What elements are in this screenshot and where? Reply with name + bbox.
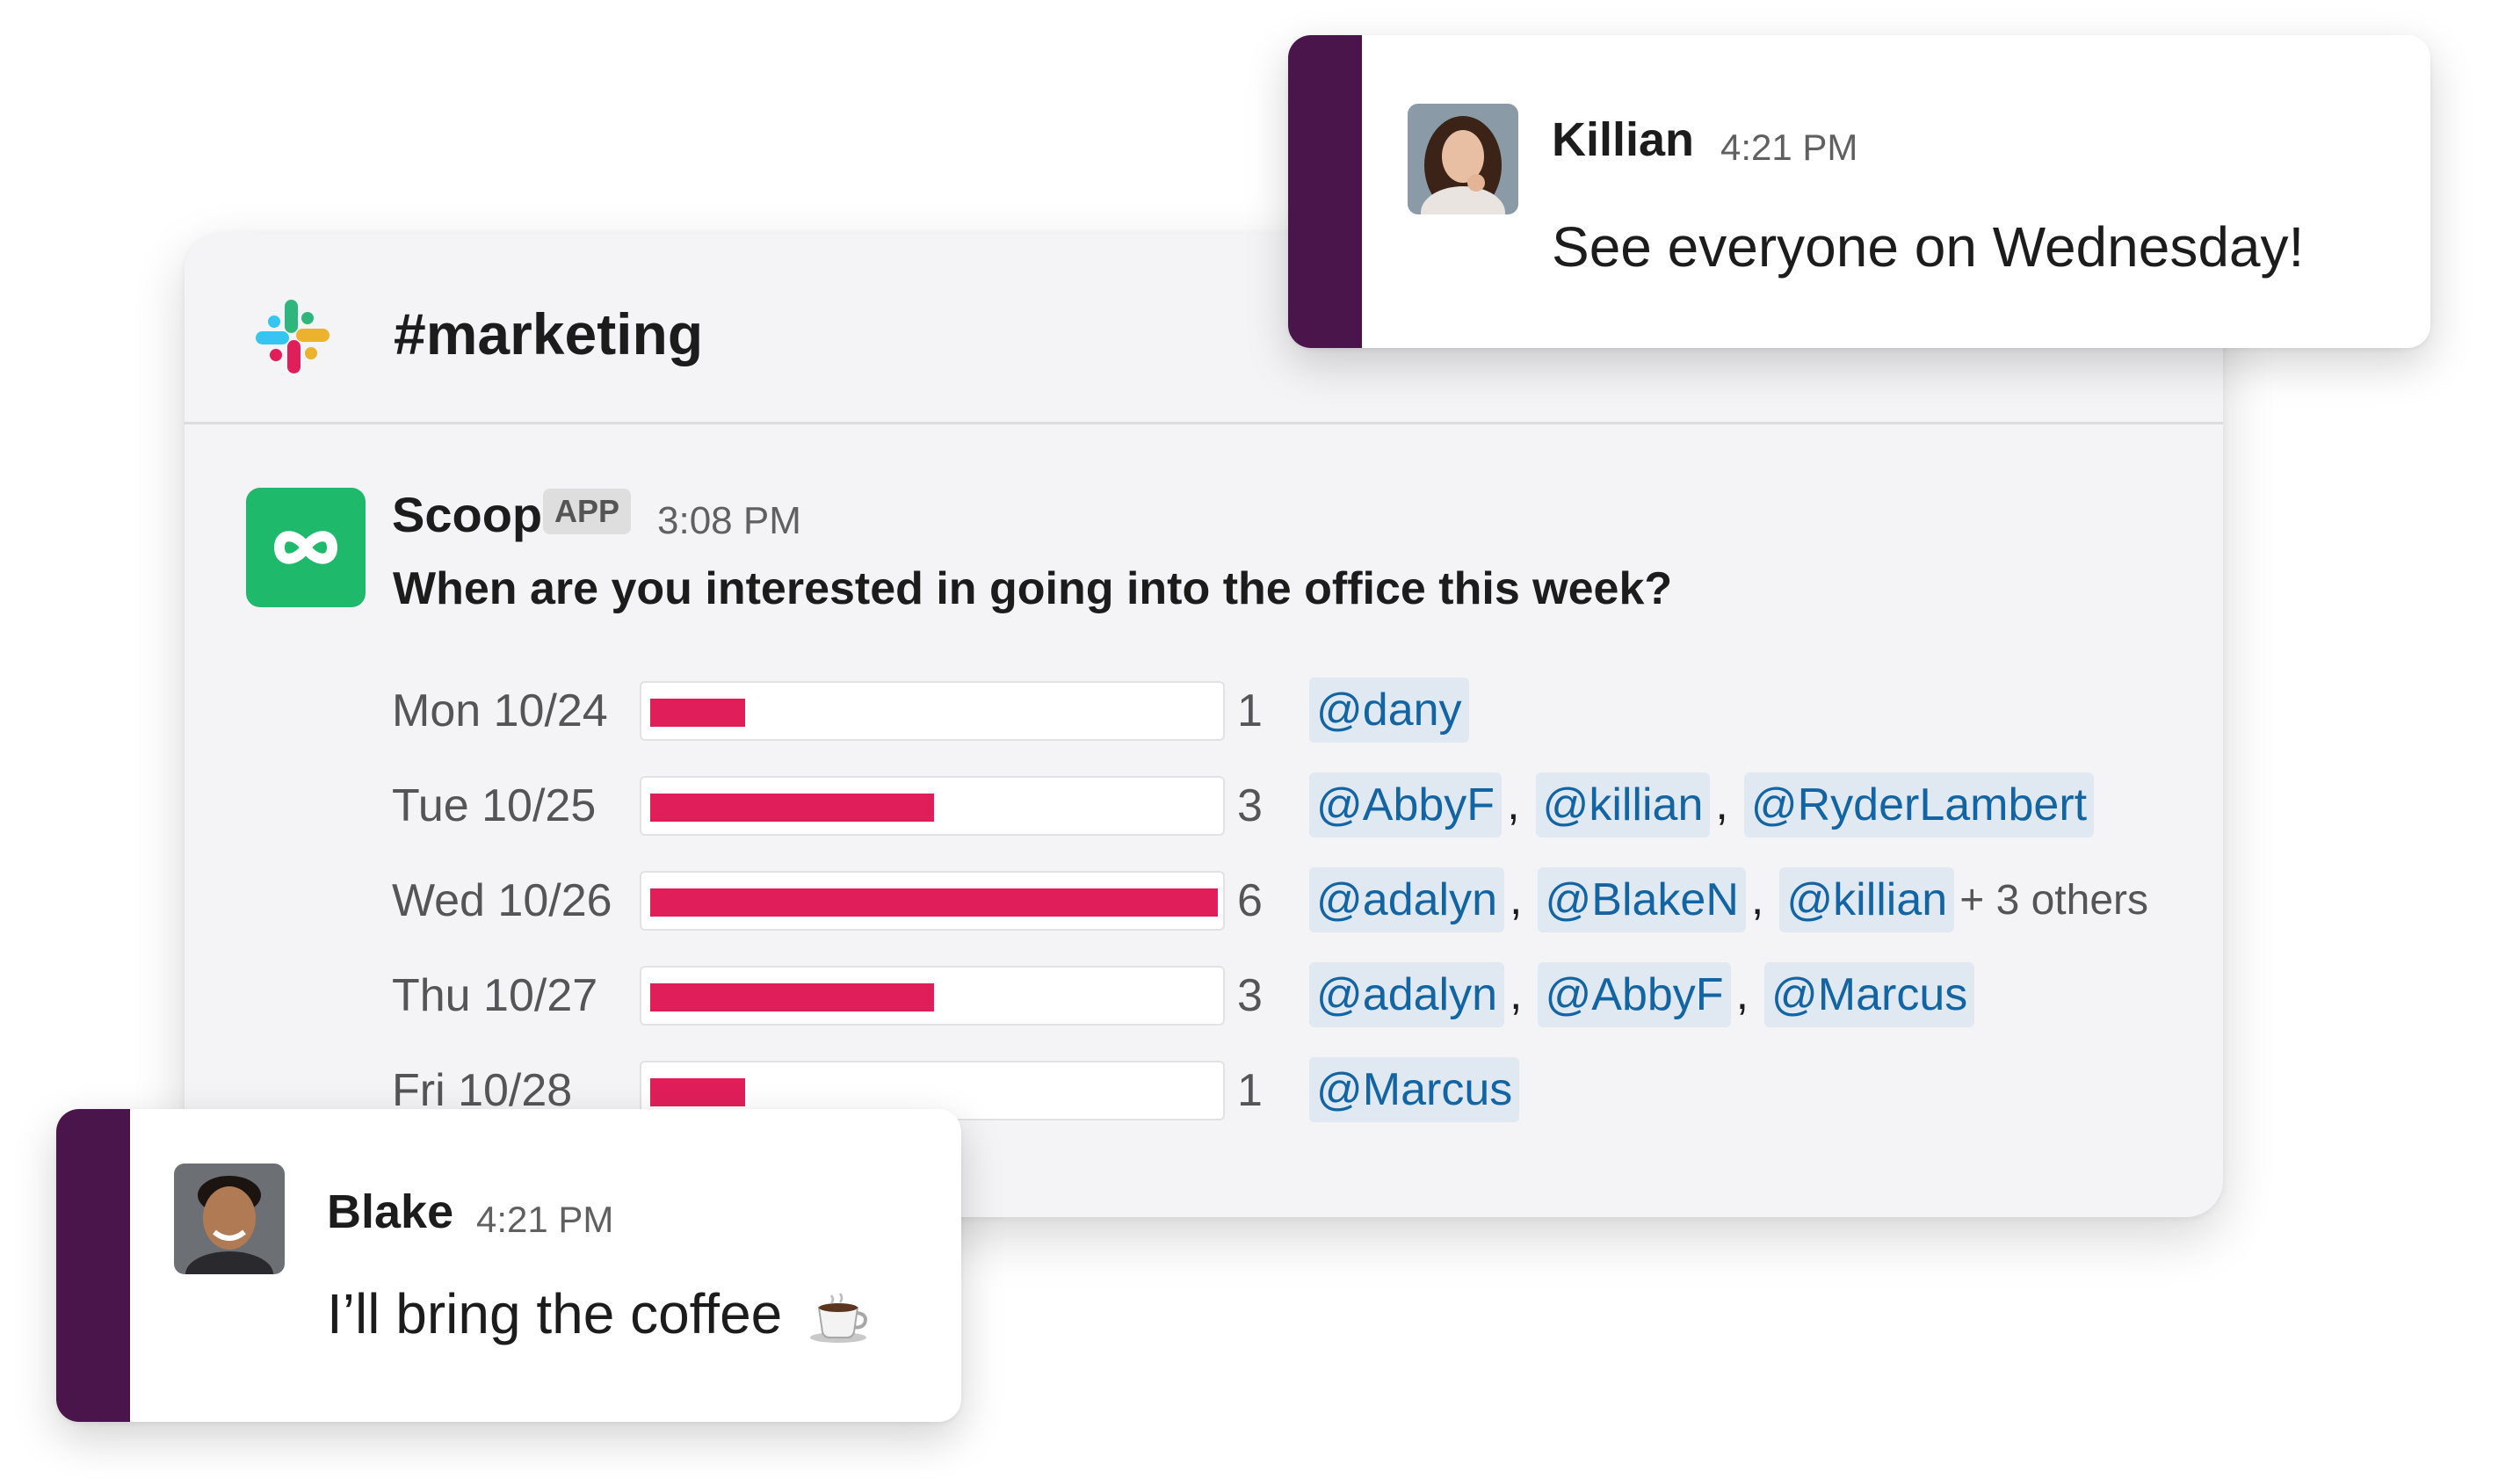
mention-separator: , (1715, 779, 1728, 830)
vote-bar-track[interactable] (640, 871, 1225, 931)
other-voters-count[interactable]: + 3 others (1959, 876, 2148, 924)
vote-bar-fill (650, 699, 745, 727)
poll-option-label: Thu 10/27 (392, 970, 598, 1021)
user-mention[interactable]: @killian (1535, 772, 1711, 837)
blake-avatar-icon (174, 1164, 285, 1274)
vote-bar-fill (650, 794, 934, 822)
mention-separator: , (1735, 968, 1749, 1019)
slack-logo-icon (256, 300, 329, 373)
vote-count: 3 (1237, 970, 1263, 1021)
avatar[interactable] (174, 1164, 285, 1274)
voter-mentions: @adalyn, @AbbyF, @Marcus (1309, 962, 1975, 1027)
app-avatar[interactable] (246, 488, 366, 607)
app-name[interactable]: Scoop (392, 486, 542, 543)
user-mention[interactable]: @Marcus (1764, 962, 1975, 1027)
voter-mentions: @dany (1309, 678, 1469, 743)
vote-count: 6 (1237, 875, 1263, 926)
scoop-infinity-icon (274, 531, 337, 564)
vote-bar-fill (650, 1078, 745, 1106)
user-mention[interactable]: @AbbyF (1309, 772, 1503, 837)
message-timestamp[interactable]: 3:08 PM (657, 499, 801, 543)
killian-avatar-icon (1408, 104, 1518, 214)
channel-card: #marketing Scoop APP 3:08 PM When are yo… (185, 233, 2223, 1217)
vote-count: 1 (1237, 685, 1263, 736)
channel-title[interactable]: #marketing (394, 301, 703, 367)
mention-separator: , (1510, 874, 1523, 924)
message-text-content: I’ll bring the coffee (327, 1282, 783, 1345)
user-mention[interactable]: @dany (1309, 678, 1469, 743)
vote-bar-track[interactable] (640, 776, 1225, 836)
vote-count: 3 (1237, 780, 1263, 831)
message-accent-stripe (1288, 35, 1362, 348)
vote-count: 1 (1237, 1065, 1263, 1116)
message-timestamp[interactable]: 4:21 PM (476, 1199, 613, 1241)
message-timestamp[interactable]: 4:21 PM (1720, 127, 1857, 169)
user-mention[interactable]: @AbbyF (1538, 962, 1731, 1027)
mention-separator: , (1750, 874, 1764, 924)
app-badge: APP (543, 489, 631, 534)
user-mention[interactable]: @BlakeN (1538, 867, 1746, 932)
user-mention[interactable]: @killian (1779, 867, 1955, 932)
vote-bar-track[interactable] (640, 966, 1225, 1026)
message-accent-stripe (56, 1109, 130, 1422)
poll-question: When are you interested in going into th… (393, 563, 1673, 614)
user-mention[interactable]: @Marcus (1309, 1057, 1520, 1122)
poll-option-label: Tue 10/25 (392, 780, 597, 831)
poll-option-label: Mon 10/24 (392, 685, 608, 736)
user-mention[interactable]: @adalyn (1309, 962, 1505, 1027)
voter-mentions: @Marcus (1309, 1057, 1520, 1122)
vote-bar-fill (650, 888, 1218, 917)
user-mention[interactable]: @RyderLambert (1743, 772, 2095, 837)
sender-name[interactable]: Killian (1552, 112, 1694, 167)
avatar[interactable] (1408, 104, 1518, 214)
vote-bar-fill (650, 983, 934, 1011)
header-divider (185, 422, 2223, 424)
blake-message-card: Blake 4:21 PM I’ll bring the coffee (56, 1109, 961, 1422)
user-mention[interactable]: @adalyn (1309, 867, 1505, 932)
voter-mentions: @AbbyF, @killian, @RyderLambert (1309, 772, 2095, 837)
voter-mentions: @adalyn, @BlakeN, @killian + 3 others (1309, 867, 2148, 932)
mention-separator: , (1507, 779, 1520, 830)
message-text: I’ll bring the coffee (327, 1281, 872, 1346)
mention-separator: , (1510, 968, 1523, 1019)
sender-name[interactable]: Blake (327, 1185, 453, 1239)
killian-message-card: Killian 4:21 PM See everyone on Wednesda… (1288, 35, 2430, 348)
message-text: See everyone on Wednesday! (1552, 215, 2305, 279)
poll-option-label: Wed 10/26 (392, 875, 612, 926)
vote-bar-track[interactable] (640, 681, 1225, 741)
coffee-cup-icon (810, 1293, 868, 1344)
